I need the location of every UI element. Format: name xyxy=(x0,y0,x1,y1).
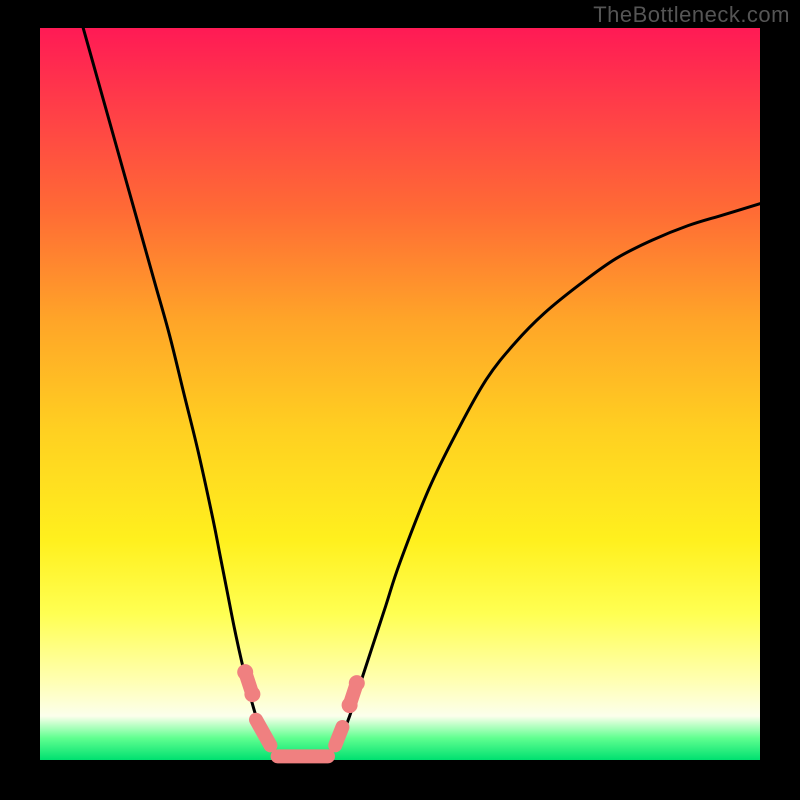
marker-dot xyxy=(244,686,260,702)
curve-layer xyxy=(40,28,760,760)
marker-segment xyxy=(256,720,270,746)
marker-dot xyxy=(349,675,365,691)
marker-dots xyxy=(237,664,365,713)
marker-dot xyxy=(342,697,358,713)
watermark-text: TheBottleneck.com xyxy=(593,2,790,28)
marker-segments xyxy=(245,672,357,756)
curve-right xyxy=(328,204,760,754)
marker-dot xyxy=(237,664,253,680)
marker-segment xyxy=(335,727,342,745)
chart-root: TheBottleneck.com xyxy=(0,0,800,800)
curve-left xyxy=(83,28,277,754)
plot-area xyxy=(40,28,760,760)
